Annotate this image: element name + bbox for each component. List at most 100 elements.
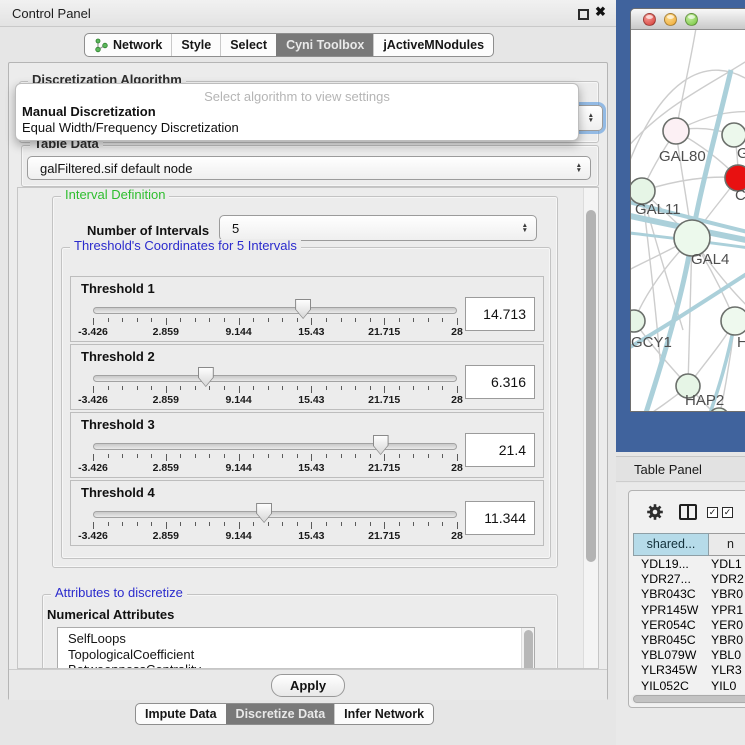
tick-label: 15.43: [298, 462, 324, 474]
network-icon: [94, 38, 109, 53]
close-icon[interactable]: ✖: [595, 4, 606, 20]
apply-bar: Apply: [9, 669, 607, 700]
tab-network[interactable]: Network: [85, 34, 171, 56]
tick-label: 9.144: [225, 394, 251, 406]
tab-impute-data[interactable]: Impute Data: [136, 704, 226, 724]
interval-definition-title: Interval Definition: [61, 188, 169, 202]
attributes-group: Attributes to discretize Numerical Attri…: [42, 594, 558, 669]
tick-label: 28: [451, 326, 463, 338]
network-node[interactable]: [722, 123, 745, 147]
table-data-value: galFiltered.sif default node: [40, 161, 192, 176]
tab-cyni-toolbox[interactable]: Cyni Toolbox: [276, 34, 373, 56]
tick-label: 9.144: [225, 326, 251, 338]
node-label: HAP2: [685, 392, 724, 409]
threshold-value-field[interactable]: 21.4: [465, 433, 535, 467]
attribute-item[interactable]: BetweennessCentrality: [58, 662, 534, 669]
tab-select[interactable]: Select: [220, 34, 276, 56]
table-row[interactable]: YBL079WYBL0: [633, 648, 745, 663]
threshold-slider-thumb[interactable]: [198, 367, 214, 387]
threshold-slider-track[interactable]: [93, 511, 457, 518]
apply-button[interactable]: Apply: [271, 674, 345, 697]
tick-label: 15.43: [298, 326, 324, 338]
screen: Control Panel ✖ Network Style Select Cyn…: [0, 0, 745, 745]
spinner-arrows-icon: ▲▼: [588, 113, 594, 123]
threshold-slider-thumb[interactable]: [295, 299, 311, 319]
table-row[interactable]: YPR145WYPR1: [633, 603, 745, 618]
algorithm-option-manual[interactable]: Manual Discretization: [20, 104, 574, 120]
control-panel-titlebar: Control Panel ✖: [0, 0, 616, 27]
attribute-item[interactable]: TopologicalCoefficient: [58, 647, 534, 663]
tab-jactivemnodules[interactable]: jActiveMNodules: [373, 34, 493, 56]
table-row[interactable]: YDR27...YDR2: [633, 572, 745, 587]
attribute-item[interactable]: SelfLoops: [58, 631, 534, 647]
tick-label: 15.43: [298, 394, 324, 406]
tab-style[interactable]: Style: [171, 34, 220, 56]
table-row[interactable]: YBR043CYBR0: [633, 587, 745, 602]
threshold-value-field[interactable]: 14.713: [465, 297, 535, 331]
settings-scrollbar: [583, 188, 598, 668]
minimize-traffic-light[interactable]: [664, 13, 677, 26]
threshold-slider-thumb[interactable]: [256, 503, 272, 523]
attributes-scrollbar-thumb[interactable]: [524, 630, 533, 669]
table-row[interactable]: YBR045CYBR0: [633, 633, 745, 648]
table-row[interactable]: YIL052CYIL0: [633, 679, 745, 694]
network-window: GAL80GACGAL11GAL4GCY1HHAP2: [630, 8, 745, 412]
tick-label: 2.859: [153, 530, 179, 542]
window-title: Control Panel: [12, 6, 91, 21]
checkbox-icon[interactable]: ✓: [722, 507, 733, 518]
table-panel-title: Table Panel: [634, 462, 702, 477]
number-of-intervals-label: Number of Intervals: [87, 223, 209, 238]
close-traffic-light[interactable]: [643, 13, 656, 26]
threshold-value-field[interactable]: 6.316: [465, 365, 535, 399]
split-columns-icon[interactable]: [679, 504, 697, 520]
network-node[interactable]: [721, 307, 745, 335]
zoom-traffic-light[interactable]: [685, 13, 698, 26]
table-row[interactable]: YER054CYER0: [633, 618, 745, 633]
slider-ticks: [93, 386, 457, 394]
tick-label: 9.144: [225, 530, 251, 542]
thresholds-group: Threshold's Coordinates for 5 Intervals …: [61, 247, 551, 559]
node-label: GA: [737, 145, 745, 162]
attributes-scrollbar: [521, 628, 534, 669]
tab-infer-network[interactable]: Infer Network: [334, 704, 433, 724]
tab-network-label: Network: [113, 34, 162, 56]
gear-icon[interactable]: [646, 503, 664, 521]
table-data-select[interactable]: galFiltered.sif default node ▲▼: [27, 156, 591, 180]
numerical-attributes-label: Numerical Attributes: [47, 607, 174, 622]
node-label: GAL80: [659, 148, 706, 165]
threshold-slider-track[interactable]: [93, 443, 457, 450]
network-node[interactable]: [663, 118, 689, 144]
network-node[interactable]: [631, 310, 645, 332]
threshold-slider-track[interactable]: [93, 307, 457, 314]
tick-label: 9.144: [225, 462, 251, 474]
algorithm-dropdown-hint: Select algorithm to view settings: [20, 89, 574, 104]
table-row[interactable]: YDL19...YDL1: [633, 557, 745, 572]
tick-label: 28: [451, 394, 463, 406]
settings-scrollbar-thumb[interactable]: [586, 210, 596, 562]
tick-label: 21.715: [368, 326, 400, 338]
tick-label: 21.715: [368, 394, 400, 406]
table-rows: YDL19...YDL1YDR27...YDR2YBR043CYBR0YPR14…: [633, 557, 745, 694]
threshold-slider-track[interactable]: [93, 375, 457, 382]
network-graph: GAL80GACGAL11GAL4GCY1HHAP2: [631, 30, 745, 412]
control-panel-tabs: Network Style Select Cyni Toolbox jActiv…: [84, 33, 494, 57]
threshold-value-field[interactable]: 11.344: [465, 501, 535, 535]
column-header-name[interactable]: n: [709, 533, 745, 556]
node-label: GAL4: [691, 251, 729, 268]
checkbox-icon[interactable]: ✓: [707, 507, 718, 518]
column-header-shared-name[interactable]: shared...: [633, 533, 709, 556]
network-canvas[interactable]: GAL80GACGAL11GAL4GCY1HHAP2: [631, 30, 745, 412]
threshold-label: Threshold 2: [81, 349, 155, 364]
table-hscrollbar-thumb[interactable]: [633, 695, 745, 703]
cyni-mode-tabs: Impute Data Discretize Data Infer Networ…: [135, 703, 434, 725]
table-row[interactable]: YLR345WYLR3: [633, 663, 745, 678]
algorithm-option-equal-width[interactable]: Equal Width/Frequency Discretization: [20, 120, 574, 136]
cyni-toolbox-panel: Discretization Algorithm ▲▼ Table Data g…: [8, 62, 608, 700]
threshold-slider-thumb[interactable]: [373, 435, 389, 455]
tick-label: -3.426: [78, 530, 108, 542]
tick-label: 2.859: [153, 462, 179, 474]
tab-discretize-data[interactable]: Discretize Data: [226, 704, 335, 724]
spinner-arrows-icon: ▲▼: [522, 223, 528, 233]
float-window-icon[interactable]: [578, 9, 589, 20]
threshold-label: Threshold 1: [81, 281, 155, 296]
